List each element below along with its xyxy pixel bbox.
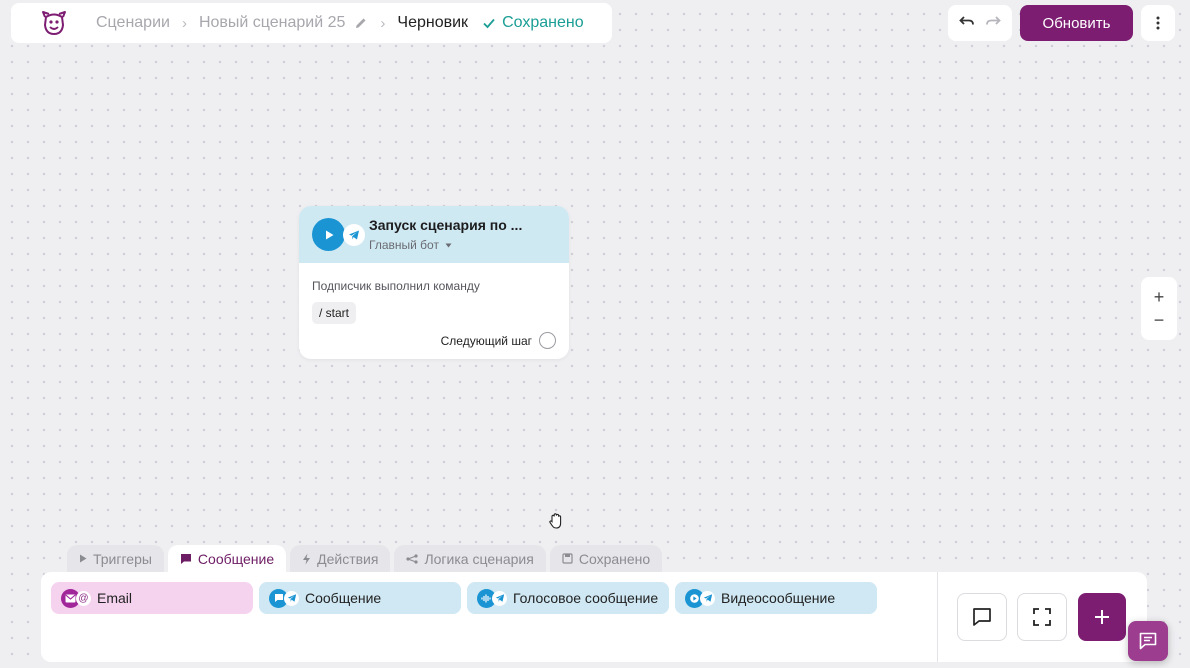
block-video-message[interactable]: Видеосообщение xyxy=(675,582,877,614)
bot-name: Главный бот xyxy=(369,238,439,252)
telegram-icon xyxy=(343,223,365,246)
at-icon: @ xyxy=(76,590,91,606)
logo-icon[interactable] xyxy=(39,8,69,38)
chat-icon xyxy=(973,608,991,626)
chevron-right-icon: › xyxy=(380,14,386,32)
trigger-node[interactable]: Запуск сценария по ... Главный бот Подпи… xyxy=(299,206,569,359)
chat-icon xyxy=(1139,632,1157,650)
telegram-icon xyxy=(700,590,715,606)
tab-label: Триггеры xyxy=(93,550,152,567)
zoom-in-button[interactable]: + xyxy=(1154,287,1165,308)
bot-selector[interactable]: Главный бот xyxy=(369,238,522,252)
status-draft: Черновик xyxy=(397,14,469,31)
breadcrumb: Сценарии › Новый сценарий 25 › Черновик … xyxy=(96,14,584,32)
command-chip: / start xyxy=(312,302,357,324)
hand-cursor-icon xyxy=(547,512,565,535)
node-description: Подписчик выполнил команду xyxy=(312,279,480,293)
block-tray: @ Email Сообщение Голосовое сообщение Ви… xyxy=(41,572,1147,662)
lightning-icon xyxy=(303,553,311,564)
plus-icon xyxy=(1095,610,1109,624)
update-button[interactable]: Обновить xyxy=(1020,5,1133,41)
tab-label: Логика сценария xyxy=(424,550,534,567)
next-step-label: Следующий шаг xyxy=(440,333,532,348)
top-bar: Сценарии › Новый сценарий 25 › Черновик … xyxy=(11,3,612,43)
block-email[interactable]: @ Email xyxy=(51,582,253,614)
pencil-icon[interactable] xyxy=(354,16,368,30)
zoom-controls: + − xyxy=(1141,277,1177,340)
next-step-connector[interactable] xyxy=(539,332,556,349)
tab-message[interactable]: Сообщение xyxy=(167,545,287,572)
caret-down-icon xyxy=(445,243,452,247)
support-chat-button[interactable] xyxy=(1128,621,1168,661)
tab-triggers[interactable]: Триггеры xyxy=(67,545,164,572)
add-block-button[interactable] xyxy=(1078,593,1126,641)
branch-icon xyxy=(406,553,419,564)
comment-button[interactable] xyxy=(957,593,1007,641)
next-step-row: Следующий шаг xyxy=(312,332,556,349)
kebab-icon[interactable] xyxy=(1141,5,1175,41)
block-message[interactable]: Сообщение xyxy=(259,582,461,614)
saved-indicator: Сохранено xyxy=(482,14,584,32)
breadcrumb-scenarios-link[interactable]: Сценарии xyxy=(96,14,170,32)
fullscreen-icon xyxy=(1033,608,1051,626)
redo-icon[interactable] xyxy=(985,14,1001,33)
telegram-icon xyxy=(284,590,299,606)
triangle-icon xyxy=(80,554,87,563)
block-label: Email xyxy=(97,590,133,606)
fullscreen-button[interactable] xyxy=(1017,593,1067,641)
message-icon xyxy=(180,553,191,564)
undo-icon[interactable] xyxy=(959,14,975,33)
block-label: Сообщение xyxy=(305,590,382,606)
tab-label: Сообщение xyxy=(197,550,275,567)
block-category-tabs: Триггеры Сообщение Действия Логика сцена… xyxy=(67,545,663,572)
telegram-icon xyxy=(492,590,507,606)
node-header[interactable]: Запуск сценария по ... Главный бот xyxy=(299,206,569,263)
tray-divider xyxy=(937,572,938,662)
play-icon xyxy=(312,218,345,251)
block-label: Видеосообщение xyxy=(721,590,836,606)
check-icon xyxy=(483,18,495,29)
saved-label: Сохранено xyxy=(502,14,584,31)
scenario-name[interactable]: Новый сценарий 25 xyxy=(199,14,345,32)
block-voice-message[interactable]: Голосовое сообщение xyxy=(467,582,669,614)
tab-logic[interactable]: Логика сценария xyxy=(394,545,546,572)
tab-label: Сохранено xyxy=(578,550,651,567)
zoom-out-button[interactable]: − xyxy=(1154,310,1165,331)
chevron-right-icon: › xyxy=(181,14,187,32)
tab-actions[interactable]: Действия xyxy=(290,545,391,572)
tab-label: Действия xyxy=(317,550,379,567)
block-label: Голосовое сообщение xyxy=(513,590,659,606)
history-controls xyxy=(948,5,1012,41)
save-icon xyxy=(562,553,573,564)
tab-saved[interactable]: Сохранено xyxy=(549,545,663,572)
node-title: Запуск сценария по ... xyxy=(369,217,523,233)
